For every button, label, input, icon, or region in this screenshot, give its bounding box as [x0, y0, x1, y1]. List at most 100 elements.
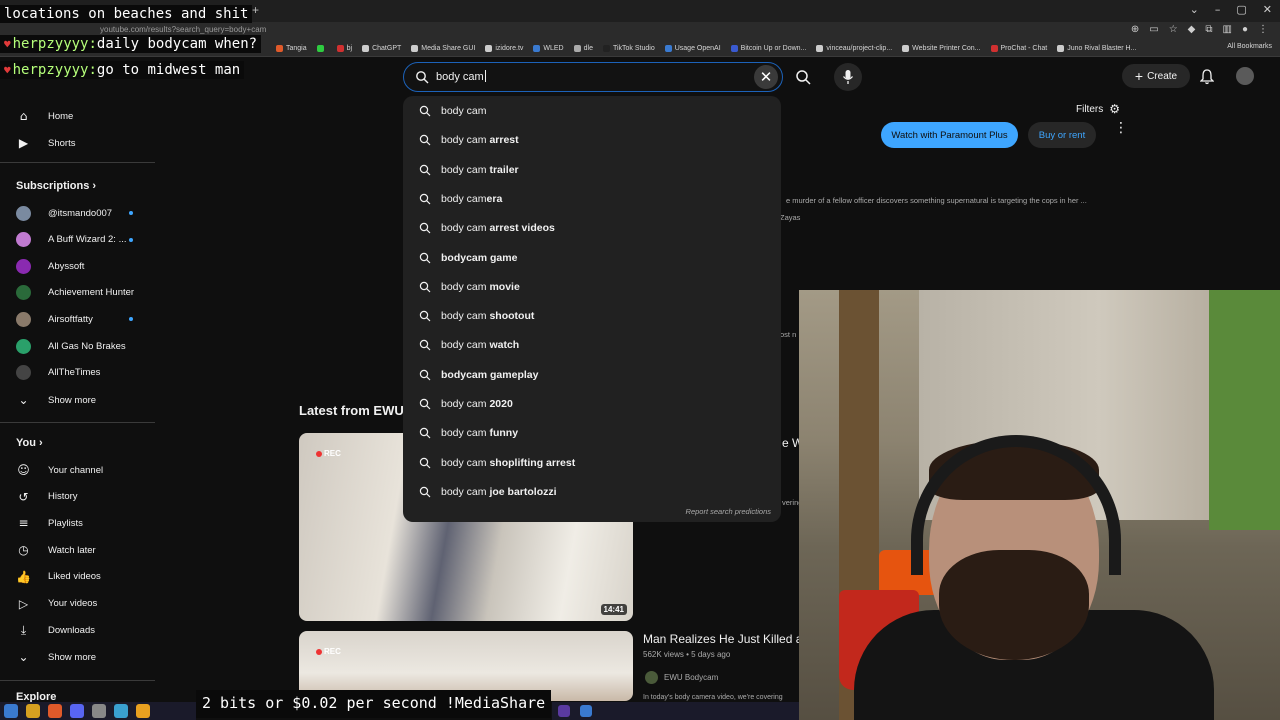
clear-search-button[interactable]: ✕: [754, 65, 778, 89]
search-suggestion[interactable]: body cam 2020: [403, 390, 781, 419]
search-suggestion[interactable]: body cam: [403, 97, 781, 126]
zoom-icon[interactable]: ⊕: [1131, 24, 1139, 35]
show-more-you[interactable]: ⌄ Show more: [16, 649, 96, 665]
search-suggestion[interactable]: body cam arrest videos: [403, 214, 781, 243]
bookmark-item[interactable]: bj: [336, 44, 352, 52]
search-box[interactable]: body cam ✕: [403, 62, 783, 92]
suggestion-typed: body cam: [441, 105, 487, 117]
create-label: Create: [1147, 70, 1178, 82]
search-suggestion[interactable]: body cam joe bartolozzi: [403, 478, 781, 507]
menu-icon[interactable]: ⋮: [1258, 24, 1268, 35]
suggestion-completion: trailer: [489, 163, 519, 176]
minimize-button[interactable]: –: [1215, 3, 1221, 16]
new-tab-button[interactable]: +: [252, 3, 259, 17]
search-button[interactable]: [789, 64, 817, 90]
sidebar-subscription[interactable]: Achievement Hunter: [16, 285, 134, 301]
app-icon[interactable]: [114, 704, 128, 718]
windows-start-icon[interactable]: [4, 704, 18, 718]
sidebar-item-label: Home: [48, 110, 74, 122]
bookmark-item[interactable]: WLED: [533, 44, 564, 52]
bookmark-item[interactable]: ChatGPT: [362, 44, 401, 52]
search-suggestion[interactable]: body cam shootout: [403, 302, 781, 331]
bookmark-item[interactable]: Media Share GUI: [411, 44, 475, 52]
sidebar-item-you[interactable]: ⤓ Downloads: [16, 622, 95, 638]
bookmark-star-icon[interactable]: ☆: [1169, 24, 1178, 35]
bookmark-item[interactable]: izidore.tv: [485, 44, 523, 52]
app-icon[interactable]: [580, 705, 592, 717]
bookmark-item[interactable]: Website Printer Con...: [902, 44, 981, 52]
shield-icon[interactable]: ◆: [1188, 24, 1196, 35]
bookmark-item[interactable]: Tangia: [276, 44, 307, 52]
search-suggestion[interactable]: body cam arrest: [403, 126, 781, 155]
url-field[interactable]: youtube.com/results?search_query=body+ca…: [100, 25, 266, 34]
notifications-button[interactable]: [1193, 64, 1221, 90]
watch-paramount-button[interactable]: Watch with Paramount Plus: [881, 122, 1018, 148]
sidebar-subscription[interactable]: Airsoftfatty: [16, 311, 93, 327]
bookmark-item[interactable]: vinceau/project-clip...: [816, 44, 892, 52]
extensions-icon[interactable]: ⧉: [1205, 24, 1212, 35]
suggestion-typed: body cam: [441, 427, 490, 440]
search-suggestion[interactable]: bodycam gameplay: [403, 361, 781, 390]
voice-search-button[interactable]: [834, 63, 862, 91]
sidebar-subscription[interactable]: All Gas No Brakes: [16, 338, 126, 354]
video-channel[interactable]: EWU Bodycam: [645, 671, 718, 684]
sidebar-subscription[interactable]: AllTheTimes: [16, 365, 100, 381]
account-avatar[interactable]: [1236, 67, 1254, 85]
maximize-button[interactable]: ▢: [1236, 3, 1246, 16]
search-suggestion[interactable]: body cam watch: [403, 331, 781, 360]
sidebar-subscription[interactable]: @itsmando007: [16, 205, 112, 221]
video-title[interactable]: Man Realizes He Just Killed a: [643, 632, 800, 646]
create-button[interactable]: + Create: [1122, 64, 1190, 88]
sidebar-item-label: Show more: [48, 394, 97, 406]
sidebar-item-you[interactable]: ☺ Your channel: [16, 462, 103, 478]
discord-icon[interactable]: [70, 704, 84, 718]
sidebar-item-you[interactable]: ▷ Your videos: [16, 596, 97, 612]
sidebar-item-you[interactable]: ≡ Playlists: [16, 515, 82, 531]
sidebar-item-home[interactable]: ⌂ Home: [16, 108, 74, 124]
report-predictions-link[interactable]: Report search predictions: [686, 507, 771, 516]
app-icon[interactable]: [558, 705, 570, 717]
sidebar-section-subscriptions[interactable]: Subscriptions ›: [16, 180, 96, 192]
search-suggestion[interactable]: body camera: [403, 185, 781, 214]
bookmark-item[interactable]: TikTok Studio: [602, 44, 655, 52]
more-options-icon[interactable]: ⋮: [1114, 120, 1128, 136]
search-input[interactable]: body cam: [436, 70, 486, 83]
sidebar-divider: [0, 162, 155, 163]
search-suggestion[interactable]: body cam trailer: [403, 156, 781, 185]
suggestion-text: body cam joe bartolozzi: [441, 486, 557, 498]
chrome-icon[interactable]: [136, 704, 150, 718]
buy-or-rent-button[interactable]: Buy or rent: [1028, 122, 1096, 148]
bookmark-item[interactable]: Usage OpenAI: [664, 44, 721, 52]
sidebar-section-you[interactable]: You ›: [16, 437, 43, 449]
bookmark-item[interactable]: ProChat - Chat: [990, 44, 1047, 52]
profile-icon[interactable]: ●: [1242, 24, 1248, 35]
search-suggestion[interactable]: bodycam game: [403, 244, 781, 273]
sidebar-item-you[interactable]: ↺ History: [16, 489, 77, 505]
search-icon: [419, 105, 431, 117]
bookmark-item[interactable]: Juno Rival Blaster H...: [1057, 44, 1136, 52]
bookmark-favicon-icon: [485, 44, 493, 52]
sidepanel-icon[interactable]: ▥: [1223, 24, 1232, 35]
bookmark-item[interactable]: [316, 44, 327, 52]
tab-search-icon[interactable]: ⌄: [1190, 3, 1199, 16]
sidebar-item-you[interactable]: ◷ Watch later: [16, 542, 95, 558]
file-explorer-icon[interactable]: [26, 704, 40, 718]
close-window-button[interactable]: ✕: [1263, 3, 1272, 16]
sidebar-subscription[interactable]: A Buff Wizard 2: ...: [16, 232, 127, 248]
sidebar-item-you[interactable]: 👍 Liked videos: [16, 569, 101, 585]
search-suggestion[interactable]: body cam shoplifting arrest: [403, 449, 781, 478]
cast-icon[interactable]: ▭: [1149, 24, 1158, 35]
suggestion-completion: joe bartolozzi: [489, 485, 557, 498]
all-bookmarks-folder[interactable]: All Bookmarks: [1227, 43, 1272, 50]
sidebar-item-shorts[interactable]: ▶ Shorts: [16, 135, 76, 151]
brave-icon[interactable]: [48, 704, 62, 718]
bookmark-label: dle: [583, 44, 593, 52]
sidebar-subscription[interactable]: Abyssoft: [16, 258, 84, 274]
bookmark-item[interactable]: Bitcoin Up or Down...: [730, 44, 806, 52]
search-suggestion[interactable]: body cam funny: [403, 419, 781, 448]
filters-button[interactable]: Filters ⚙: [1076, 102, 1120, 116]
show-more-subscriptions[interactable]: ⌄ Show more: [16, 392, 96, 408]
bookmark-item[interactable]: dle: [573, 44, 593, 52]
obs-icon[interactable]: [92, 704, 106, 718]
search-suggestion[interactable]: body cam movie: [403, 273, 781, 302]
